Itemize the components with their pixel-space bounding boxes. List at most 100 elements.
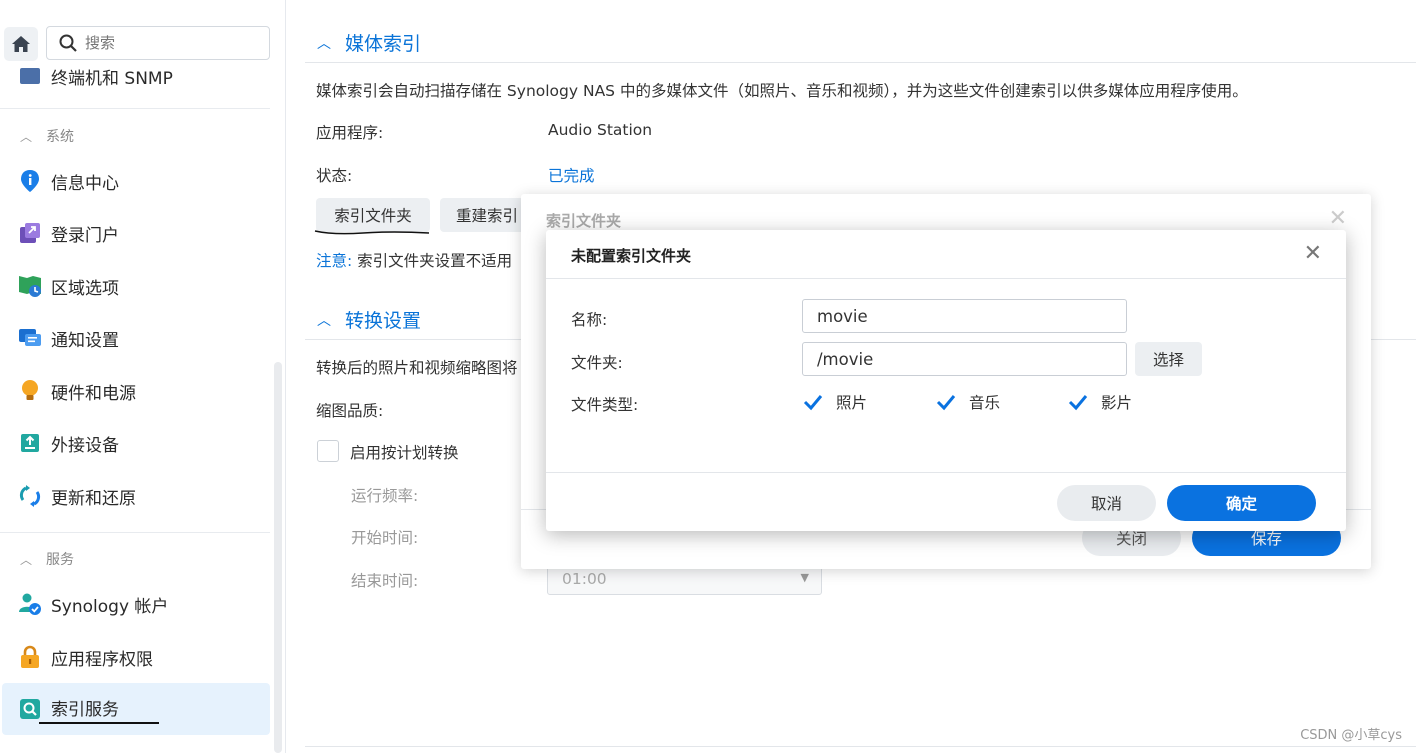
name-value: movie xyxy=(817,306,868,326)
folder-field[interactable]: /movie xyxy=(802,342,1127,376)
sidebar-item-regional-options[interactable]: 区域选项 xyxy=(2,260,270,312)
bulb-icon xyxy=(18,379,42,403)
divider xyxy=(0,532,270,533)
button-label: 索引文件夹 xyxy=(334,207,412,225)
sidebar-item-login-portal[interactable]: 登录门户 xyxy=(2,207,270,259)
name-label: 名称: xyxy=(571,311,608,329)
portal-icon xyxy=(18,221,42,245)
sidebar-item-synology-account[interactable]: Synology 帐户 xyxy=(2,578,270,630)
note-prefix: 注意: xyxy=(316,252,353,270)
sidebar-item-app-privileges[interactable]: 应用程序权限 xyxy=(2,631,270,683)
chevron-up-icon: ︿ xyxy=(20,552,33,567)
sidebar-item-label: 终端机和 SNMP xyxy=(51,68,173,89)
annotation-underline xyxy=(314,230,430,235)
button-label: 重建索引 xyxy=(456,207,519,225)
note-text: 索引文件夹设置不适用 xyxy=(357,252,513,270)
button-label: 确定 xyxy=(1225,495,1257,513)
sidebar-item-label: 信息中心 xyxy=(51,173,119,194)
search-input[interactable] xyxy=(85,34,255,52)
divider xyxy=(546,278,1346,279)
end-time-label: 结束时间: xyxy=(351,572,419,590)
sidebar-group-services[interactable]: ︿ 服务 xyxy=(20,549,74,569)
status-value: 已完成 xyxy=(548,167,595,185)
index-folder-button[interactable]: 索引文件夹 xyxy=(316,198,430,232)
ok-button[interactable]: 确定 xyxy=(1167,485,1316,521)
close-icon[interactable]: ✕ xyxy=(1329,206,1347,231)
sidebar-item-hardware-power[interactable]: 硬件和电源 xyxy=(2,365,270,417)
sidebar-scrollbar[interactable] xyxy=(274,362,282,753)
chevron-up-icon: ︿ xyxy=(317,35,331,52)
checkmark-icon xyxy=(935,391,957,413)
name-field[interactable]: movie xyxy=(802,299,1127,333)
section-title: 转换设置 xyxy=(345,310,422,332)
filetype-music-checkbox[interactable]: 音乐 xyxy=(935,391,1000,413)
media-index-description: 媒体索引会自动扫描存储在 Synology NAS 中的多媒体文件（如照片、音乐… xyxy=(316,82,1248,100)
schedule-checkbox-label: 启用按计划转换 xyxy=(350,444,459,462)
group-label: 服务 xyxy=(46,552,75,568)
start-time-label: 开始时间: xyxy=(351,529,419,547)
frequency-label: 运行频率: xyxy=(351,487,419,505)
chevron-up-icon: ︿ xyxy=(20,129,33,144)
divider xyxy=(305,746,1416,747)
checkmark-icon xyxy=(802,391,824,413)
divider xyxy=(546,472,1346,473)
divider xyxy=(0,108,270,109)
account-icon xyxy=(18,592,42,616)
chevron-up-icon: ︿ xyxy=(317,312,331,329)
sidebar-item-label: 区域选项 xyxy=(51,278,119,299)
lock-icon xyxy=(18,645,42,669)
home-button[interactable] xyxy=(4,27,38,61)
button-label: 取消 xyxy=(1090,495,1122,513)
search-box[interactable] xyxy=(46,26,270,60)
sidebar-item-label: 索引服务 xyxy=(39,695,159,724)
schedule-checkbox[interactable] xyxy=(317,440,339,462)
filetype-video-checkbox[interactable]: 影片 xyxy=(1067,391,1132,413)
sidebar-item-label: 外接设备 xyxy=(51,435,119,456)
sidebar: 终端机和 SNMP ︿ 系统 信息中心 登录门户 区域选项 通知设置 硬件和电源 xyxy=(0,0,286,753)
sidebar-list: 终端机和 SNMP ︿ 系统 信息中心 登录门户 区域选项 通知设置 硬件和电源 xyxy=(0,64,270,753)
chevron-down-icon: ▼ xyxy=(800,571,809,584)
select-folder-button[interactable]: 选择 xyxy=(1135,342,1202,376)
close-icon[interactable]: ✕ xyxy=(1304,241,1322,266)
conversion-description: 转换后的照片和视频缩略图将 xyxy=(316,359,518,377)
sidebar-item-update-restore[interactable]: 更新和还原 xyxy=(2,470,270,522)
sidebar-item-label: 更新和还原 xyxy=(51,488,136,509)
checkbox-label: 照片 xyxy=(836,394,868,412)
sidebar-group-system[interactable]: ︿ 系统 xyxy=(20,126,74,146)
checkmark-icon xyxy=(1067,391,1089,413)
button-label: 选择 xyxy=(1152,351,1184,369)
info-icon xyxy=(18,169,42,193)
sidebar-item-label: 硬件和电源 xyxy=(51,383,136,404)
note-line: 注意: 索引文件夹设置不适用 xyxy=(316,249,512,271)
dialog-title: 未配置索引文件夹 xyxy=(571,247,692,265)
notification-icon xyxy=(18,326,42,350)
sidebar-item-indexing-service[interactable]: 索引服务 xyxy=(2,683,270,735)
cancel-button[interactable]: 取消 xyxy=(1057,485,1156,521)
checkbox-label: 影片 xyxy=(1101,394,1133,412)
app-label: 应用程序: xyxy=(316,124,384,142)
section-media-index[interactable]: ︿ 媒体索引 xyxy=(317,29,421,56)
terminal-icon xyxy=(18,64,42,88)
sidebar-item-notification[interactable]: 通知设置 xyxy=(2,312,270,364)
sidebar-item-label: 应用程序权限 xyxy=(51,649,153,670)
divider xyxy=(305,62,1416,63)
section-conversion[interactable]: ︿ 转换设置 xyxy=(317,306,421,333)
sidebar-item-external-devices[interactable]: 外接设备 xyxy=(2,417,270,469)
status-label: 状态: xyxy=(316,167,353,185)
sidebar-item-info-center[interactable]: 信息中心 xyxy=(2,155,270,207)
dialog-title: 索引文件夹 xyxy=(546,212,622,230)
home-icon xyxy=(12,36,30,52)
update-icon xyxy=(18,484,42,508)
sidebar-item-terminal[interactable]: 终端机和 SNMP xyxy=(2,64,270,102)
checkbox-label: 音乐 xyxy=(969,394,1001,412)
filetype-photo-checkbox[interactable]: 照片 xyxy=(802,391,867,413)
region-icon xyxy=(18,274,42,298)
folder-value: /movie xyxy=(817,349,874,369)
sidebar-item-label: 通知设置 xyxy=(51,330,119,351)
search-icon xyxy=(59,34,77,52)
sidebar-item-label: 登录门户 xyxy=(51,225,119,246)
watermark: CSDN @小草cys xyxy=(1300,728,1402,743)
unconfigured-index-folder-dialog: 未配置索引文件夹 ✕ 名称: movie 文件夹: /movie 选择 文件类型… xyxy=(546,230,1346,531)
filetype-label: 文件类型: xyxy=(571,396,639,414)
end-time-value: 01:00 xyxy=(562,570,607,588)
